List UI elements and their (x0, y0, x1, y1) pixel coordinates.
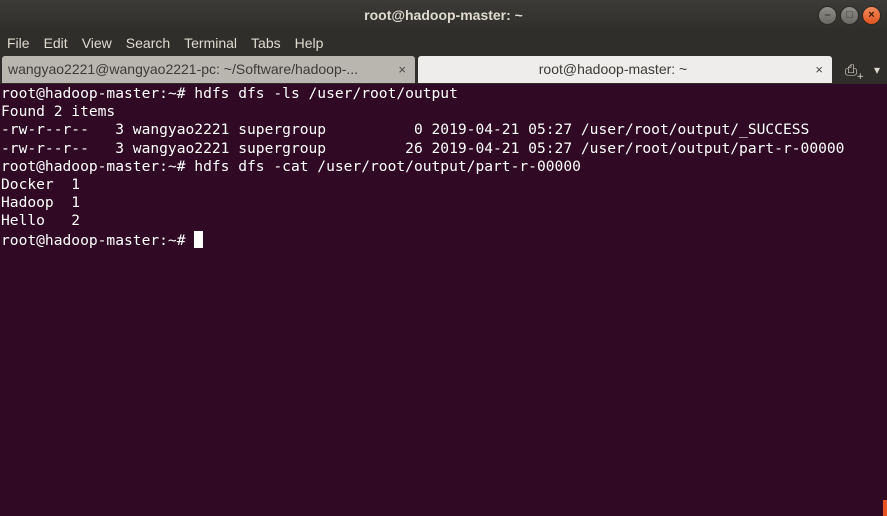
new-tab-icon: ⎙ (844, 61, 857, 79)
minimize-icon: – (824, 9, 831, 21)
tab-hadoop-master[interactable]: root@hadoop-master: ~ × (418, 56, 832, 83)
terminal-prompt-line[interactable]: root@hadoop-master:~# (1, 230, 887, 249)
tab-menu-button[interactable]: ▾ (870, 60, 884, 80)
maximize-icon: □ (846, 9, 853, 21)
menu-edit[interactable]: Edit (44, 31, 68, 55)
menu-view[interactable]: View (82, 31, 112, 55)
chevron-down-icon: ▾ (873, 63, 881, 77)
tab-label: root@hadoop-master: ~ (538, 61, 688, 77)
menu-tabs[interactable]: Tabs (251, 31, 281, 55)
tab-wangyao2221-pc[interactable]: wangyao2221@wangyao2221-pc: ~/Software/h… (2, 56, 415, 83)
close-button[interactable]: × (862, 6, 881, 25)
terminal-prompt: root@hadoop-master:~# (1, 231, 195, 249)
terminal-line: Found 2 items (1, 103, 116, 121)
menu-help[interactable]: Help (295, 31, 324, 55)
terminal-cursor (194, 230, 204, 248)
menu-terminal[interactable]: Terminal (184, 31, 237, 55)
close-icon: × (868, 9, 875, 21)
tab-label: wangyao2221@wangyao2221-pc: ~/Software/h… (8, 61, 359, 77)
menu-search[interactable]: Search (126, 31, 170, 55)
terminal-output[interactable]: root@hadoop-master:~# hdfs dfs -ls /user… (0, 84, 887, 516)
window-controls: – □ × (818, 6, 881, 25)
terminal-line: -rw-r--r-- 3 wangyao2221 supergroup 26 2… (1, 139, 845, 157)
terminal-line: Hadoop 1 (1, 194, 81, 212)
title-bar[interactable]: root@hadoop-master: ~ – □ × (0, 0, 887, 31)
plus-icon: + (856, 72, 864, 82)
menu-bar: File Edit View Search Terminal Tabs Help (0, 31, 887, 55)
terminal-line: root@hadoop-master:~# hdfs dfs -ls /user… (1, 85, 458, 102)
minimize-button[interactable]: – (818, 6, 837, 25)
tab-close-icon[interactable]: × (398, 56, 406, 83)
menu-file[interactable]: File (7, 31, 30, 55)
tab-bar: wangyao2221@wangyao2221-pc: ~/Software/h… (0, 55, 887, 84)
scrollbar-indicator[interactable] (883, 500, 887, 516)
new-tab-button[interactable]: ⎙ + (840, 60, 864, 82)
tab-close-icon[interactable]: × (815, 56, 823, 83)
terminal-line: Hello 2 (1, 212, 81, 230)
terminal-line: Docker 1 (1, 175, 81, 193)
terminal-line: -rw-r--r-- 3 wangyao2221 supergroup 0 20… (1, 121, 810, 139)
maximize-button[interactable]: □ (840, 6, 859, 25)
window-title: root@hadoop-master: ~ (364, 7, 523, 23)
terminal-window: root@hadoop-master: ~ – □ × File Edit Vi… (0, 0, 887, 516)
terminal-line: root@hadoop-master:~# hdfs dfs -cat /use… (1, 157, 581, 175)
